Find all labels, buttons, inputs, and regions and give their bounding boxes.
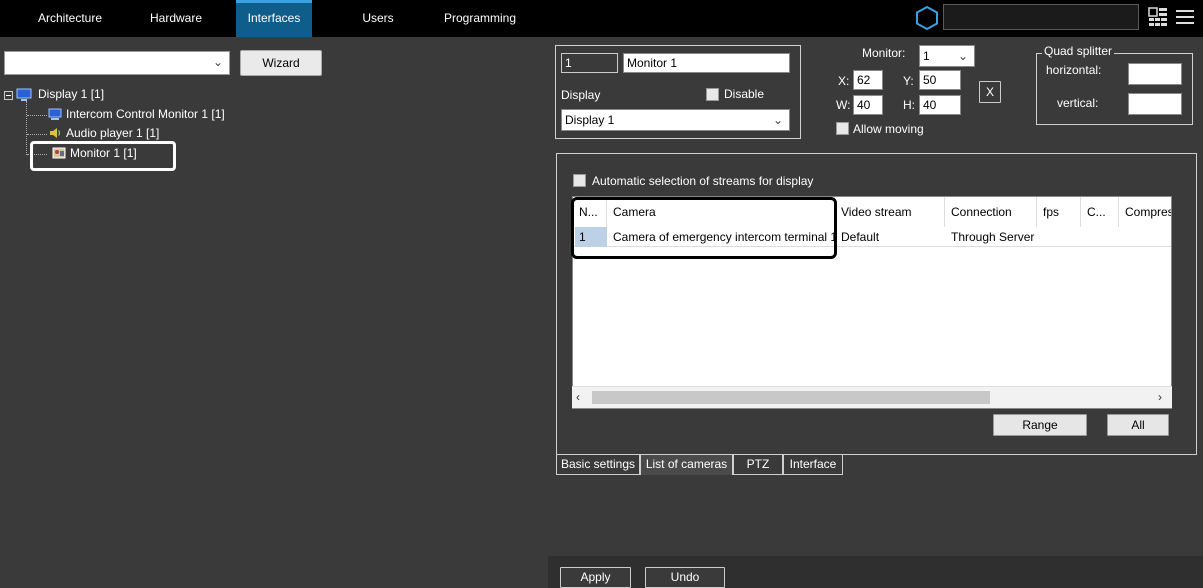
camera-highlight xyxy=(571,197,837,259)
tree-item-intercom-control-monitor[interactable]: Intercom Control Monitor 1 [1] xyxy=(66,107,225,121)
hexagon-icon[interactable] xyxy=(914,5,940,31)
display-select-value: Display 1 xyxy=(565,113,615,127)
grid-header-fps[interactable]: fps xyxy=(1037,197,1081,227)
grid-header-video-stream[interactable]: Video stream xyxy=(835,197,945,227)
id-field[interactable]: 1 xyxy=(561,53,618,73)
tree-item-audio-player[interactable]: Audio player 1 [1] xyxy=(66,126,159,140)
top-menu-bar: Architecture Hardware Interfaces Users P… xyxy=(0,0,1203,37)
allow-moving-label: Allow moving xyxy=(853,122,924,136)
display-icon xyxy=(16,88,32,101)
quad-splitter-title: Quad splitter xyxy=(1042,44,1115,58)
grid-header-c[interactable]: C... xyxy=(1081,197,1119,227)
apply-button[interactable]: Apply xyxy=(560,567,631,588)
grid-cell-connection[interactable]: Through Server xyxy=(947,227,1039,247)
disable-label: Disable xyxy=(724,87,765,101)
tree-item-monitor[interactable]: Monitor 1 [1] xyxy=(70,146,137,160)
x-label: X: xyxy=(838,74,850,88)
wizard-button[interactable]: Wizard xyxy=(240,50,322,76)
grid-header-connection[interactable]: Connection xyxy=(945,197,1037,227)
grid-header-compression[interactable]: Compres xyxy=(1119,197,1171,227)
display-select[interactable]: Display 1 ⌄ xyxy=(561,109,790,131)
vertical-field[interactable] xyxy=(1128,93,1182,115)
menu-programming[interactable]: Programming xyxy=(432,0,528,37)
h-label: H: xyxy=(903,98,915,112)
tab-interface[interactable]: Interface xyxy=(783,454,843,475)
top-search-input[interactable] xyxy=(943,4,1139,30)
scroll-right-icon[interactable]: › xyxy=(1158,390,1162,404)
object-type-select[interactable]: ⌄ xyxy=(4,51,230,75)
disable-checkbox[interactable] xyxy=(706,88,719,101)
display-label: Display xyxy=(561,88,601,102)
horizontal-label: horizontal: xyxy=(1046,63,1102,77)
grid-horizontal-scrollbar[interactable]: ‹ › xyxy=(572,386,1172,408)
w-field[interactable]: 40 xyxy=(853,95,883,115)
y-label: Y: xyxy=(903,74,914,88)
scroll-left-icon[interactable]: ‹ xyxy=(576,390,580,404)
chevron-down-icon: ⌄ xyxy=(212,55,223,69)
tree-collapse-toggle[interactable] xyxy=(4,91,13,100)
grid-cell-video-stream[interactable]: Default xyxy=(837,227,945,247)
chevron-down-icon: ⌄ xyxy=(772,113,783,127)
monitor-select[interactable]: 1 ⌄ xyxy=(919,45,975,67)
hamburger-menu-icon[interactable] xyxy=(1174,7,1196,27)
auto-select-checkbox[interactable] xyxy=(573,174,586,187)
monitor-select-value: 1 xyxy=(923,49,930,63)
y-field[interactable]: 50 xyxy=(919,70,961,90)
scrollbar-thumb[interactable] xyxy=(592,391,990,404)
tree-line xyxy=(26,101,27,155)
grid-cell-fps[interactable] xyxy=(1039,227,1081,247)
tab-list-of-cameras[interactable]: List of cameras xyxy=(640,454,733,475)
reset-position-button[interactable]: X xyxy=(979,81,1001,103)
audio-icon xyxy=(50,128,61,138)
chevron-down-icon: ⌄ xyxy=(957,49,968,63)
tab-ptz[interactable]: PTZ xyxy=(733,454,783,475)
range-button[interactable]: Range xyxy=(993,414,1087,436)
camera-monitor-icon xyxy=(52,147,66,159)
w-label: W: xyxy=(836,98,851,112)
tree-line xyxy=(27,134,47,135)
auto-select-label: Automatic selection of streams for displ… xyxy=(592,174,814,188)
name-field[interactable]: Monitor 1 xyxy=(623,53,790,73)
menu-interfaces[interactable]: Interfaces xyxy=(236,0,312,37)
menu-hardware[interactable]: Hardware xyxy=(140,0,212,37)
monitor-icon xyxy=(48,108,62,120)
vertical-label: vertical: xyxy=(1057,96,1099,110)
undo-button[interactable]: Undo xyxy=(645,567,725,588)
allow-moving-checkbox[interactable] xyxy=(836,122,849,135)
grid-view-icon[interactable] xyxy=(1148,7,1168,27)
monitor-label: Monitor: xyxy=(862,46,906,60)
grid-cell-compression[interactable] xyxy=(1121,227,1171,247)
x-field[interactable]: 62 xyxy=(853,70,883,90)
h-field[interactable]: 40 xyxy=(919,95,961,115)
menu-architecture[interactable]: Architecture xyxy=(22,0,118,37)
tab-basic-settings[interactable]: Basic settings xyxy=(556,454,640,475)
grid-cell-c[interactable] xyxy=(1083,227,1119,247)
all-button[interactable]: All xyxy=(1107,414,1169,436)
horizontal-field[interactable] xyxy=(1128,63,1182,85)
menu-users[interactable]: Users xyxy=(348,0,408,37)
tree-root-display[interactable]: Display 1 [1] xyxy=(38,87,104,101)
tree-line xyxy=(27,115,47,116)
